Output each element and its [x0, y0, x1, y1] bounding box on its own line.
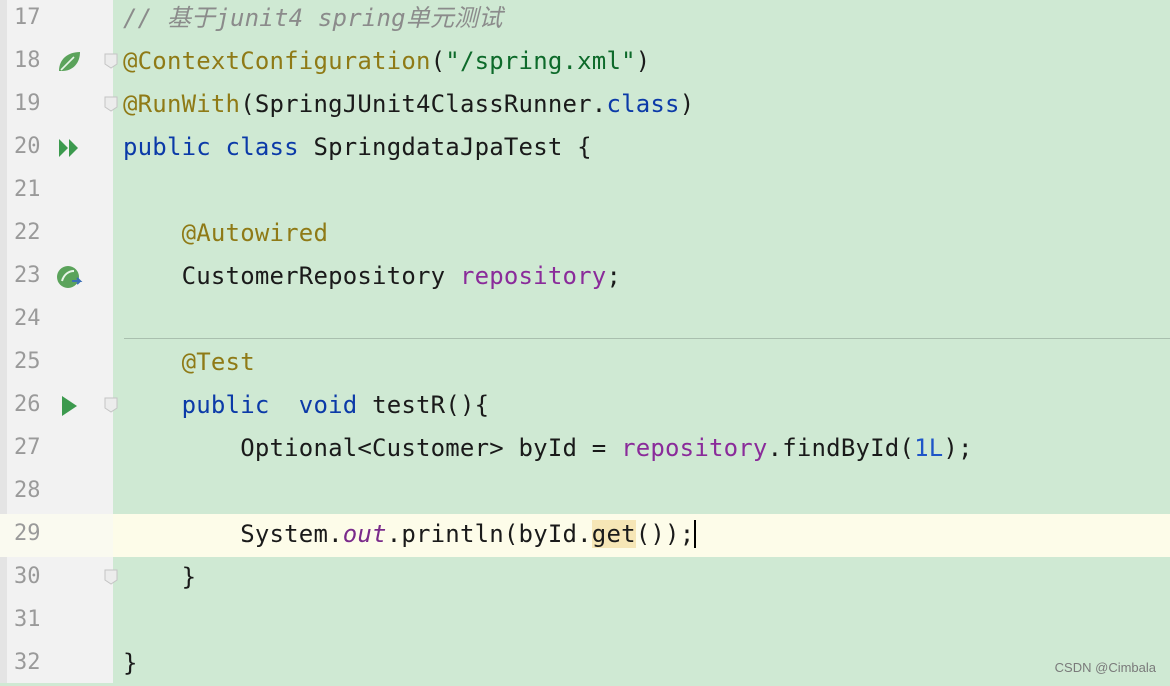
run-class-icon[interactable] [56, 135, 82, 161]
code-token: @Autowired [181, 219, 329, 247]
code-token: 1L [914, 434, 944, 462]
code-text[interactable]: public void testR(){ [123, 391, 489, 419]
code-line[interactable]: 26 public void testR(){ [0, 385, 1170, 428]
code-line[interactable]: 21 [0, 170, 1170, 213]
code-line[interactable]: 28 [0, 471, 1170, 514]
line-background [113, 342, 1170, 385]
fold-marker-icon[interactable] [104, 53, 118, 69]
code-line[interactable]: 32} [0, 643, 1170, 686]
spring-leaf-icon[interactable] [56, 49, 82, 75]
code-token: (SpringJUnit4ClassRunner. [240, 90, 607, 118]
code-line[interactable]: 22 @Autowired [0, 213, 1170, 256]
code-token: (){ [445, 391, 490, 419]
code-token: ; [606, 262, 622, 290]
code-token: public class [123, 133, 314, 161]
code-token: ) [635, 47, 651, 75]
code-text[interactable]: Optional<Customer> byId = repository.fin… [123, 434, 973, 462]
code-token: ()); [635, 520, 695, 548]
spring-bean-navigate-icon[interactable] [56, 264, 83, 290]
line-number: 24 [14, 306, 41, 331]
line-background [113, 643, 1170, 686]
code-token: public void [181, 391, 373, 419]
code-token: CustomerRepository [123, 262, 460, 290]
code-line[interactable]: 20 public class SpringdataJpaTest { [0, 127, 1170, 170]
watermark: CSDN @Cimbala [1054, 660, 1156, 675]
line-number: 25 [14, 349, 41, 374]
line-number: 21 [14, 177, 41, 202]
code-editor[interactable]: 17 // 基于junit4 spring单元测试 18 @ContextConfig… [0, 0, 1170, 683]
line-background [113, 170, 1170, 213]
code-token: ( [430, 47, 446, 75]
code-text[interactable]: System.out.println(byId.get()); [123, 520, 697, 548]
code-token: ); [943, 434, 973, 462]
code-line[interactable]: 24 [0, 299, 1170, 342]
code-token: repository [459, 262, 607, 290]
line-number: 30 [14, 564, 41, 589]
code-line[interactable]: 27 Optional<Customer> byId = repository.… [0, 428, 1170, 471]
code-token: get [591, 520, 636, 548]
line-number: 18 [14, 48, 41, 73]
line-number: 23 [14, 263, 41, 288]
code-text[interactable]: // 基于junit4 spring单元测试 [123, 4, 503, 32]
code-token: repository [621, 434, 768, 462]
line-background [113, 600, 1170, 643]
code-token: testR [372, 391, 446, 419]
line-number: 22 [14, 220, 41, 245]
code-text[interactable]: @Test [123, 348, 255, 376]
code-text[interactable]: @RunWith(SpringJUnit4ClassRunner.class) [123, 90, 694, 118]
code-text[interactable]: } [123, 563, 196, 591]
code-line[interactable]: 25 @Test [0, 342, 1170, 385]
line-number: 29 [14, 521, 41, 546]
fold-marker-icon[interactable] [104, 397, 118, 413]
line-background [113, 299, 1170, 342]
method-separator [124, 338, 1170, 339]
line-number: 20 [14, 134, 41, 159]
code-line[interactable]: 17 // 基于junit4 spring单元测试 [0, 0, 1170, 41]
text-caret [694, 520, 697, 548]
code-text[interactable]: @Autowired [123, 219, 328, 247]
fold-marker-icon[interactable] [104, 569, 118, 585]
code-text[interactable]: public class SpringdataJpaTest { [123, 133, 592, 161]
code-token: .println(byId. [386, 520, 592, 548]
line-number: 31 [14, 607, 41, 632]
code-line[interactable]: 31 [0, 600, 1170, 643]
code-token: .findById( [767, 434, 915, 462]
line-number: 32 [14, 650, 41, 675]
code-token: @Test [181, 348, 255, 376]
code-token: class [606, 90, 680, 118]
code-token: System. [123, 520, 343, 548]
line-number: 28 [14, 478, 41, 503]
fold-marker-icon[interactable] [104, 96, 118, 112]
code-text[interactable]: @ContextConfiguration("/spring.xml") [123, 47, 650, 75]
code-line[interactable]: 29 System.out.println(byId.get()); [0, 514, 1170, 557]
line-number: 19 [14, 91, 41, 116]
code-token: Optional<Customer> byId = [123, 434, 622, 462]
line-number: 26 [14, 392, 41, 417]
code-text[interactable]: CustomerRepository repository; [123, 262, 621, 290]
code-token: } [123, 649, 138, 677]
line-number: 17 [14, 5, 41, 30]
code-token: } [123, 563, 197, 591]
code-token: // 基于junit4 spring单元测试 [123, 4, 503, 32]
line-background [113, 471, 1170, 514]
code-token: @ContextConfiguration [123, 47, 431, 75]
code-token: ) [679, 90, 695, 118]
run-test-icon[interactable] [56, 393, 82, 419]
code-text[interactable]: } [123, 649, 138, 677]
code-line[interactable]: 23 CustomerRepository repository; [0, 256, 1170, 299]
code-token: out [342, 520, 387, 548]
code-line[interactable]: 18 @ContextConfiguration("/spring.xml") [0, 41, 1170, 84]
code-token: SpringdataJpaTest { [313, 133, 592, 161]
line-number: 27 [14, 435, 41, 460]
line-background [113, 557, 1170, 600]
code-line[interactable]: 19 @RunWith(SpringJUnit4ClassRunner.class… [0, 84, 1170, 127]
code-token: @RunWith [123, 90, 241, 118]
code-line[interactable]: 30 } [0, 557, 1170, 600]
code-token: "/spring.xml" [445, 47, 636, 75]
